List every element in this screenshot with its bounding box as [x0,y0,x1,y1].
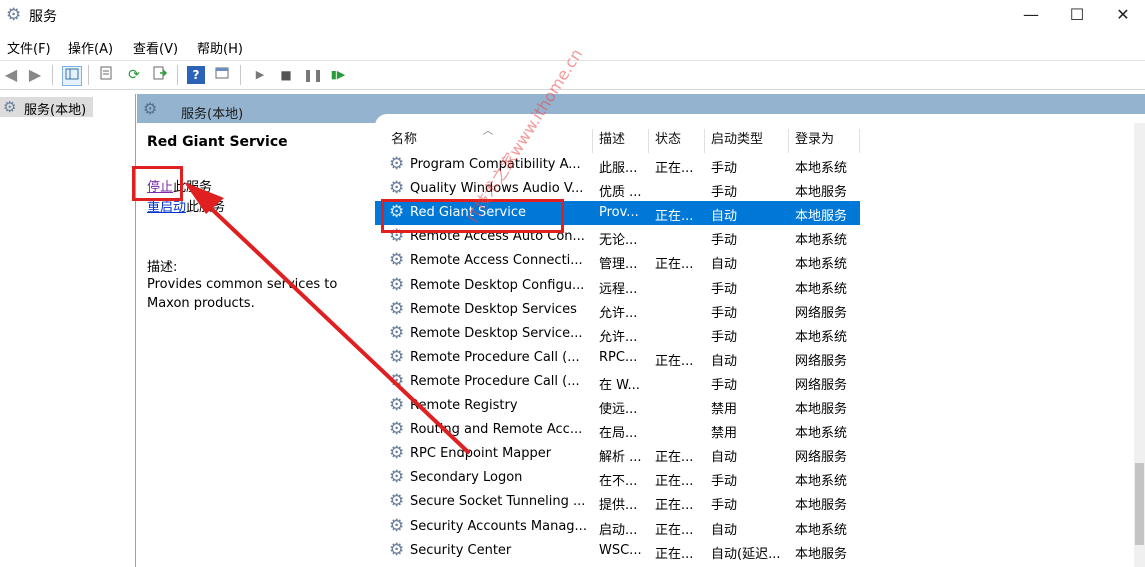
annotation-arrow [184,182,470,454]
